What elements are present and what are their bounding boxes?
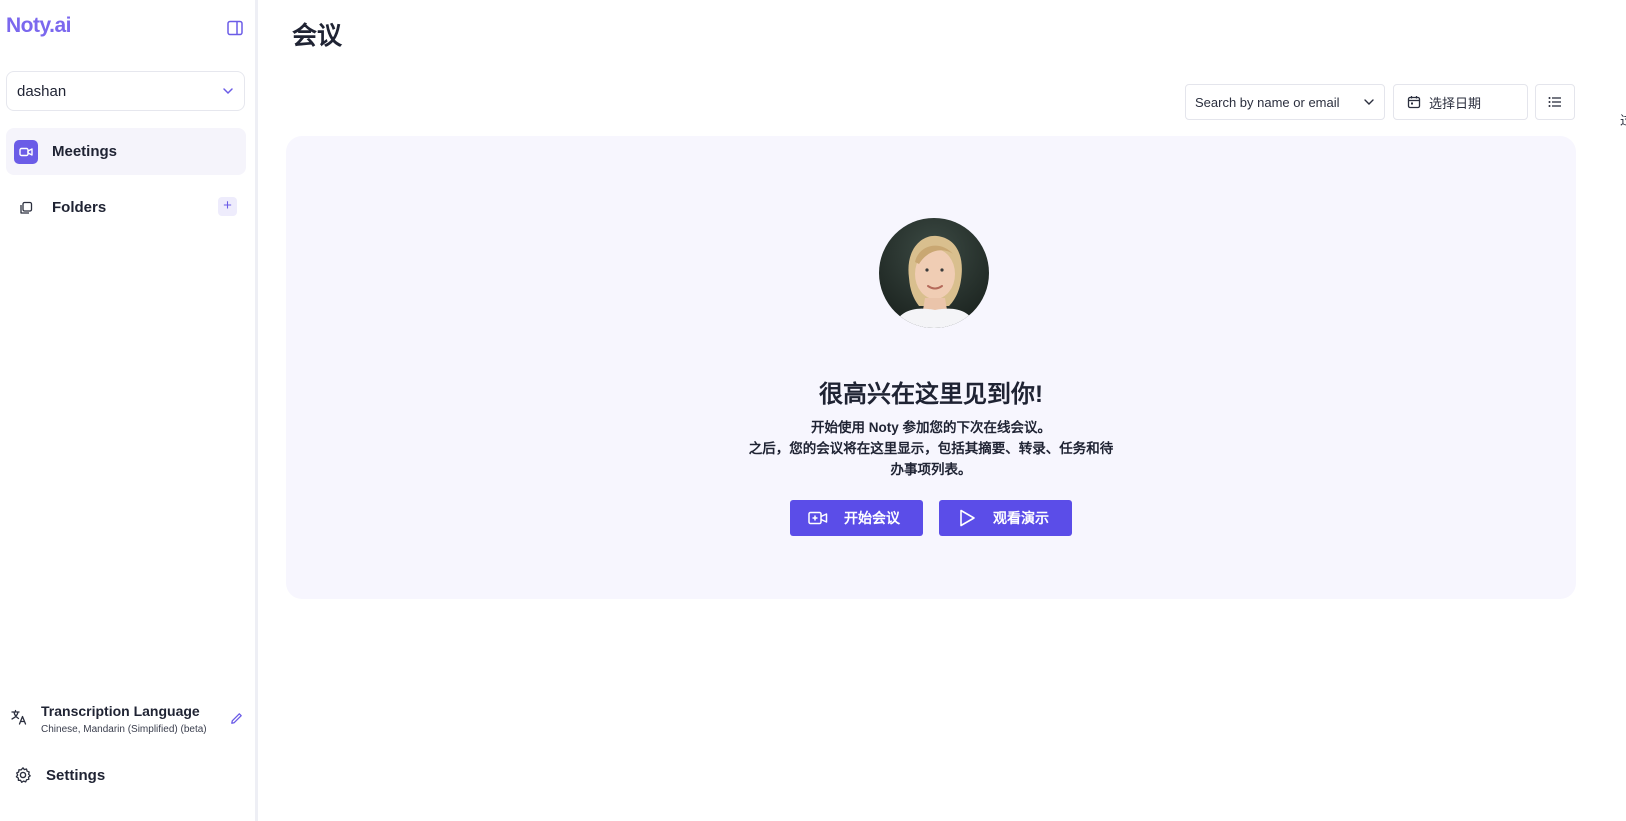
transcription-language-value: Chinese, Mandarin (Simplified) (beta) — [41, 724, 207, 735]
search-input[interactable]: Search by name or email — [1185, 84, 1385, 120]
empty-state-panel: 很高兴在这里见到你! 开始使用 Noty 参加您的下次在线会议。 之后，您的会议… — [286, 136, 1576, 599]
clipped-text: 过 — [1620, 110, 1626, 129]
video-camera-icon — [14, 139, 38, 164]
empty-state-heading: 很高兴在这里见到你! — [819, 381, 1043, 408]
sidebar-item-meetings[interactable]: Meetings — [6, 128, 246, 175]
sidebar-item-label: Meetings — [52, 143, 118, 160]
play-icon — [960, 509, 975, 527]
list-view-button[interactable] — [1535, 84, 1575, 120]
workspace-name: dashan — [17, 82, 67, 100]
gear-icon — [15, 767, 31, 783]
folders-icon — [14, 196, 38, 220]
start-meeting-button[interactable]: 开始会议 — [790, 500, 923, 536]
empty-state-text: 之后，您的会议将在这里显示，包括其摘要、转录、任务和待 — [748, 441, 1114, 456]
page-title: 会议 — [292, 22, 343, 50]
sidebar-collapse-icon[interactable] — [226, 19, 244, 37]
sidebar-item-folders[interactable]: Folders + — [6, 184, 246, 231]
sidebar: Noty.ai dashan Meetings Folders + Transc… — [0, 0, 258, 821]
empty-state-text: 开始使用 Noty 参加您的下次在线会议。 — [810, 420, 1051, 435]
chevron-down-icon — [223, 88, 233, 95]
transcription-language-title: Transcription Language — [41, 703, 200, 719]
watch-demo-button[interactable]: 观看演示 — [939, 500, 1072, 536]
workspace-selector[interactable]: dashan — [6, 71, 245, 111]
list-icon — [1548, 97, 1561, 107]
empty-state-text: 办事项列表。 — [890, 462, 972, 477]
sidebar-item-settings[interactable]: Settings — [14, 762, 105, 788]
translate-icon — [11, 709, 27, 725]
pencil-icon[interactable] — [229, 711, 244, 726]
noty-logo[interactable]: Noty.ai — [6, 14, 71, 38]
search-placeholder: Search by name or email — [1195, 94, 1340, 110]
start-meeting-label: 开始会议 — [844, 510, 900, 526]
calendar-icon — [1407, 96, 1421, 109]
date-picker-label: 选择日期 — [1429, 95, 1482, 111]
watch-demo-label: 观看演示 — [993, 510, 1049, 526]
avatar — [879, 218, 989, 328]
chevron-down-icon — [1364, 99, 1374, 105]
sidebar-item-label: Folders — [52, 199, 107, 216]
settings-label: Settings — [46, 766, 106, 784]
transcription-language: Transcription Language Chinese, Mandarin… — [10, 700, 250, 740]
video-add-icon — [808, 511, 828, 525]
date-picker[interactable]: 选择日期 — [1393, 84, 1528, 120]
add-folder-button[interactable]: + — [218, 197, 237, 216]
